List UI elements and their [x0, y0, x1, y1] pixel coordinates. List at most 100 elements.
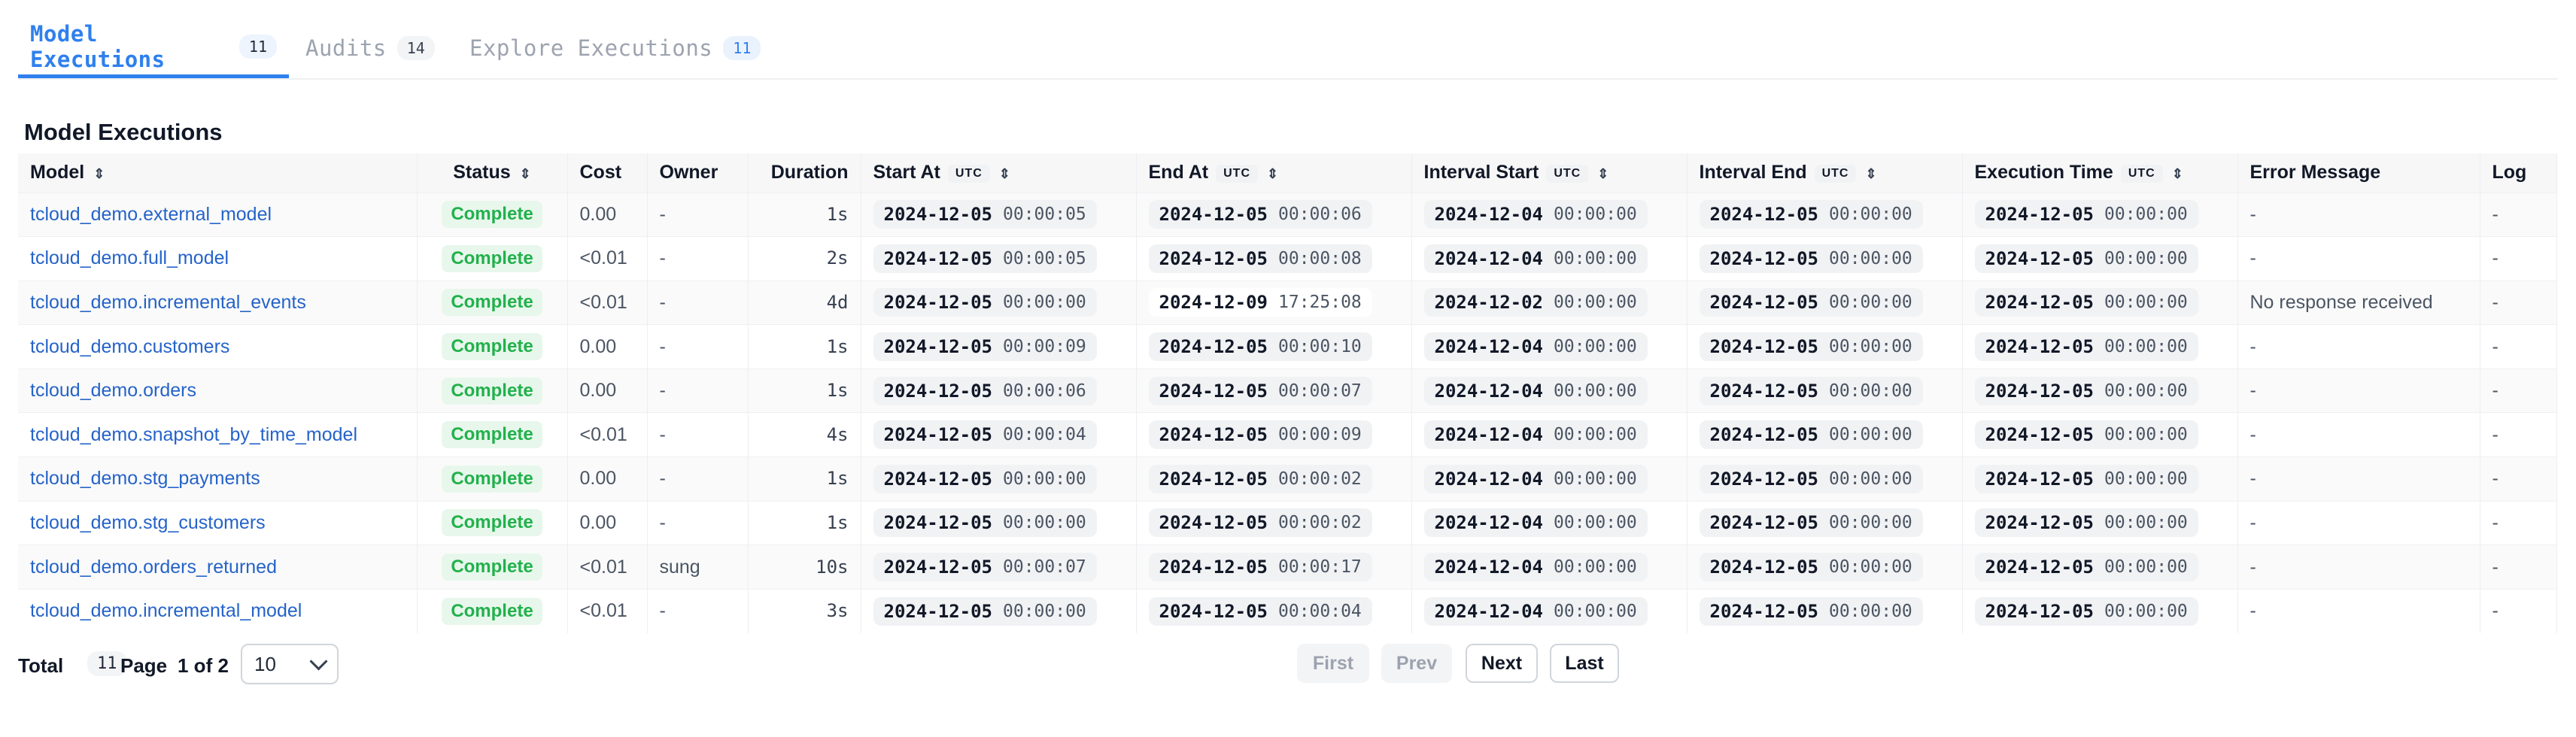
datetime-cell: 2024-12-02 00:00:00 — [1411, 280, 1687, 325]
datetime-pill: 2024-12-09 17:25:08 — [1148, 288, 1372, 317]
first-page-button[interactable]: First — [1297, 644, 1369, 683]
owner-cell: sung — [647, 544, 749, 590]
log-cell: - — [2480, 324, 2557, 369]
date-value: 2024-12-02 — [1434, 292, 1544, 314]
datetime-pill: 2024-12-04 00:00:00 — [1423, 420, 1648, 450]
sort-icon[interactable]: ⇕ — [1865, 167, 1876, 180]
date-value: 2024-12-05 — [1709, 247, 1819, 269]
datetime-pill: 2024-12-05 00:00:00 — [1699, 244, 1923, 273]
datetime-pill: 2024-12-05 00:00:08 — [1148, 244, 1372, 273]
datetime-pill: 2024-12-05 00:00:00 — [873, 508, 1097, 538]
log-cell: - — [2480, 192, 2557, 237]
date-value: 2024-12-05 — [1985, 600, 2095, 622]
time-value: 00:00:05 — [1003, 205, 1086, 225]
model-link[interactable]: tcloud_demo.snapshot_by_time_model — [30, 424, 357, 445]
datetime-cell: 2024-12-05 00:00:00 — [1962, 544, 2238, 590]
date-value: 2024-12-05 — [1159, 424, 1268, 446]
model-link[interactable]: tcloud_demo.external_model — [30, 204, 272, 225]
cost-cell: 0.00 — [567, 456, 648, 502]
sort-icon[interactable]: ⇕ — [520, 167, 531, 180]
time-value: 00:00:05 — [1003, 248, 1086, 268]
date-value: 2024-12-05 — [1985, 424, 2095, 446]
error-message-cell: - — [2237, 324, 2480, 369]
duration-cell: 1s — [748, 324, 861, 369]
time-value: 00:00:00 — [1554, 557, 1637, 578]
date-value: 2024-12-05 — [883, 380, 993, 402]
column-header-log: Log — [2480, 153, 2557, 193]
error-message-cell: - — [2237, 544, 2480, 590]
datetime-pill: 2024-12-05 00:00:00 — [1974, 508, 2198, 538]
sort-icon[interactable]: ⇕ — [999, 167, 1010, 180]
model-link[interactable]: tcloud_demo.orders — [30, 380, 196, 401]
error-message-cell: - — [2237, 368, 2480, 413]
status-badge: Complete — [442, 289, 542, 317]
column-header-model[interactable]: Model ⇕ — [18, 153, 418, 193]
sort-icon[interactable]: ⇕ — [2172, 167, 2183, 180]
model-link[interactable]: tcloud_demo.full_model — [30, 247, 229, 268]
time-value: 00:00:00 — [2104, 205, 2188, 225]
datetime-cell: 2024-12-05 00:00:04 — [861, 412, 1137, 457]
error-message-cell: No response received — [2237, 280, 2480, 325]
datetime-cell: 2024-12-09 17:25:08 — [1136, 280, 1412, 325]
datetime-pill: 2024-12-05 00:00:00 — [1974, 596, 2198, 626]
tab-model-executions[interactable]: Model Executions 11 — [18, 18, 289, 78]
datetime-cell: 2024-12-05 00:00:00 — [1962, 192, 2238, 237]
sort-icon[interactable]: ⇕ — [1597, 167, 1608, 180]
column-header-start-at[interactable]: Start At UTC ⇕ — [861, 153, 1137, 193]
model-link[interactable]: tcloud_demo.customers — [30, 336, 229, 357]
date-value: 2024-12-09 — [1159, 292, 1268, 314]
datetime-cell: 2024-12-05 00:00:00 — [1687, 412, 1963, 457]
next-page-button[interactable]: Next — [1466, 644, 1538, 683]
datetime-cell: 2024-12-05 00:00:00 — [861, 588, 1137, 633]
time-value: 00:00:00 — [1554, 337, 1637, 357]
datetime-pill: 2024-12-02 00:00:00 — [1423, 288, 1648, 317]
time-value: 00:00:00 — [1829, 337, 1912, 357]
sort-icon[interactable]: ⇕ — [1267, 167, 1278, 180]
time-value: 00:00:00 — [2104, 469, 2188, 489]
column-header-end-at[interactable]: End At UTC ⇕ — [1136, 153, 1412, 193]
time-value: 00:00:00 — [1829, 293, 1912, 313]
last-page-button[interactable]: Last — [1550, 644, 1619, 683]
date-value: 2024-12-05 — [1985, 336, 2095, 358]
tab-explore-executions[interactable]: Explore Executions 11 — [457, 18, 773, 78]
datetime-cell: 2024-12-04 00:00:00 — [1411, 236, 1687, 281]
column-header-interval-end[interactable]: Interval End UTC ⇕ — [1687, 153, 1963, 193]
column-header-execution-time[interactable]: Execution Time UTC ⇕ — [1962, 153, 2238, 193]
status-badge: Complete — [442, 333, 542, 361]
datetime-pill: 2024-12-05 00:00:02 — [1148, 508, 1372, 538]
sort-icon[interactable]: ⇕ — [93, 167, 105, 180]
cost-cell: <0.01 — [567, 544, 648, 590]
date-value: 2024-12-05 — [1985, 292, 2095, 314]
column-header-interval-start[interactable]: Interval Start UTC ⇕ — [1411, 153, 1687, 193]
time-value: 00:00:00 — [2104, 425, 2188, 445]
date-value: 2024-12-05 — [1709, 292, 1819, 314]
prev-page-button[interactable]: Prev — [1381, 644, 1452, 683]
model-link[interactable]: tcloud_demo.incremental_model — [30, 600, 302, 621]
datetime-cell: 2024-12-04 00:00:00 — [1411, 456, 1687, 502]
page-size-select[interactable]: 10 — [241, 644, 339, 684]
datetime-cell: 2024-12-05 00:00:00 — [1962, 324, 2238, 369]
time-value: 00:00:00 — [1554, 205, 1637, 225]
datetime-pill: 2024-12-04 00:00:00 — [1423, 332, 1648, 362]
tab-audits[interactable]: Audits 14 — [293, 18, 459, 78]
owner-cell: - — [647, 412, 749, 457]
model-link[interactable]: tcloud_demo.orders_returned — [30, 557, 277, 578]
model-link[interactable]: tcloud_demo.incremental_events — [30, 292, 306, 313]
status-cell: Complete — [417, 544, 568, 590]
datetime-cell: 2024-12-05 00:00:00 — [1687, 192, 1963, 237]
datetime-pill: 2024-12-05 00:00:02 — [1148, 464, 1372, 493]
time-value: 00:00:04 — [1278, 601, 1362, 621]
date-value: 2024-12-05 — [1985, 557, 2095, 578]
error-message-cell: - — [2237, 236, 2480, 281]
log-cell: - — [2480, 412, 2557, 457]
date-value: 2024-12-05 — [1709, 600, 1819, 622]
datetime-cell: 2024-12-04 00:00:00 — [1411, 324, 1687, 369]
table-row: tcloud_demo.customers Complete 0.00-1s 2024… — [18, 324, 2557, 369]
status-badge: Complete — [442, 244, 542, 272]
log-cell: - — [2480, 280, 2557, 325]
column-header-status[interactable]: Status ⇕ — [417, 153, 568, 193]
model-link[interactable]: tcloud_demo.stg_payments — [30, 468, 260, 489]
utc-badge: UTC — [1546, 164, 1589, 183]
time-value: 00:00:00 — [1003, 601, 1086, 621]
model-link[interactable]: tcloud_demo.stg_customers — [30, 512, 266, 533]
